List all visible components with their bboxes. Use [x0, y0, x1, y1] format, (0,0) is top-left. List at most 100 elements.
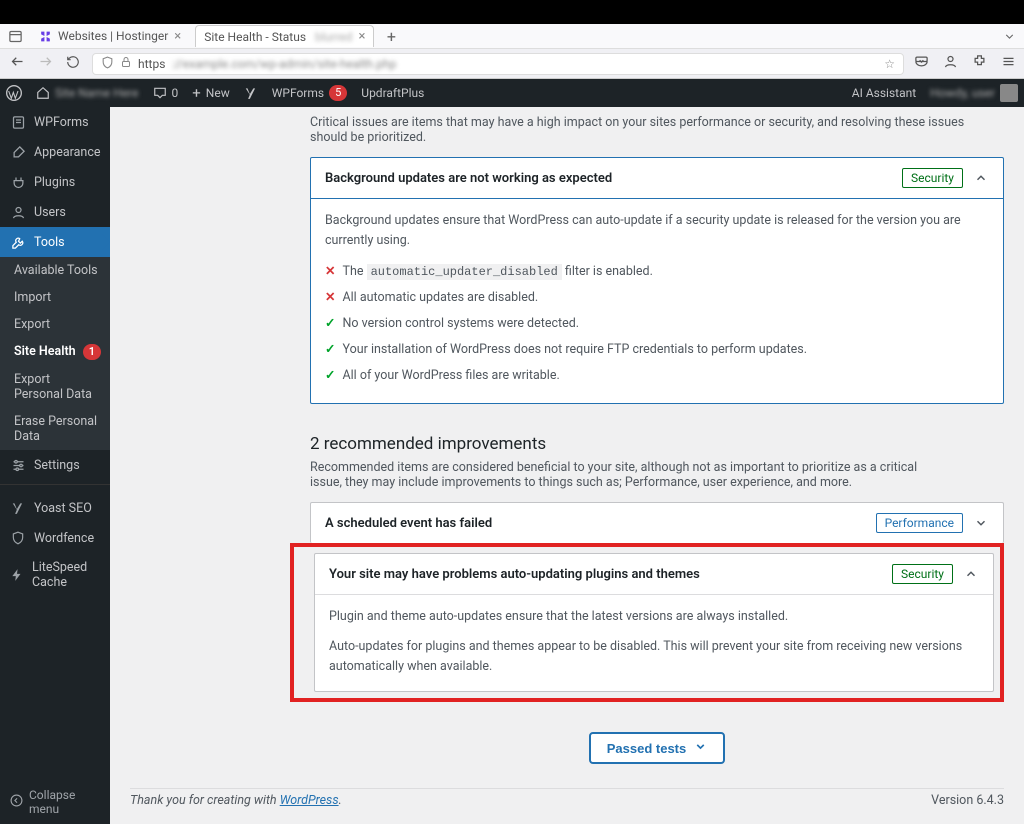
check-text: All automatic updates are disabled. — [342, 288, 538, 308]
admin-footer: Thank you for creating with WordPress. V… — [130, 788, 1004, 808]
check-item-pass: ✓Your installation of WordPress does not… — [325, 337, 989, 363]
wp-admin-sidebar: WPForms Appearance Plugins Users Tools A… — [0, 107, 110, 824]
submenu-import[interactable]: Import — [0, 284, 110, 311]
updraft-adminbar[interactable]: UpdraftPlus — [361, 86, 424, 100]
button-label: Passed tests — [607, 741, 687, 756]
sidebar-label: Settings — [34, 458, 80, 473]
wpforms-badge: 5 — [329, 85, 347, 101]
check-icon: ✓ — [325, 314, 335, 334]
issue-description: Background updates ensure that WordPress… — [325, 211, 989, 251]
submenu-site-health[interactable]: Site Health 1 — [0, 338, 110, 366]
submenu-export[interactable]: Export — [0, 311, 110, 338]
main-content: Critical issues are items that may have … — [110, 107, 1024, 824]
updraft-label: UpdraftPlus — [361, 86, 424, 100]
check-item-fail: ✕ All automatic updates are disabled. — [325, 285, 989, 311]
sidebar-label: Appearance — [34, 145, 101, 160]
wp-version: Version 6.4.3 — [931, 793, 1004, 808]
security-badge: Security — [892, 564, 953, 584]
recommended-panel-scheduled-event: A scheduled event has failed Performance — [310, 502, 1004, 543]
tools-submenu: Available Tools Import Export Site Healt… — [0, 257, 110, 450]
sidebar-item-settings[interactable]: Settings — [0, 450, 110, 480]
annotation-red-box: Your site may have problems auto-updatin… — [290, 543, 1004, 702]
wordpress-link[interactable]: WordPress — [280, 793, 339, 808]
site-home-link[interactable]: Site Name Here — [36, 86, 139, 100]
wpforms-adminbar[interactable]: WPForms 5 — [272, 85, 348, 101]
check-icon: ✓ — [325, 340, 335, 360]
browser-tab-sitehealth[interactable]: Site Health - Status blurred × — [195, 25, 374, 47]
sidebar-item-tools[interactable]: Tools — [0, 227, 110, 257]
critical-description: Critical issues are items that may have … — [310, 115, 1004, 145]
wpforms-icon — [10, 114, 26, 130]
passed-tests-button[interactable]: Passed tests — [589, 732, 726, 764]
pocket-icon[interactable] — [914, 54, 929, 73]
bolt-icon — [10, 567, 24, 583]
sidebar-item-yoast[interactable]: Yoast SEO — [0, 493, 110, 523]
wpforms-label: WPForms — [272, 86, 324, 100]
sidebar-item-plugins[interactable]: Plugins — [0, 167, 110, 197]
sidebar-label: Tools — [34, 235, 65, 250]
check-text: No version control systems were detected… — [342, 314, 579, 334]
x-icon: ✕ — [325, 288, 335, 308]
back-button[interactable] — [8, 54, 26, 73]
chevron-up-icon — [973, 170, 989, 186]
panel-header-auto-updating[interactable]: Your site may have problems auto-updatin… — [315, 554, 993, 595]
url-bar[interactable]: https ://example.com/wp-admin/site-healt… — [92, 53, 904, 75]
howdy-user[interactable]: Howdy, user — [930, 84, 1018, 102]
submenu-available-tools[interactable]: Available Tools — [0, 257, 110, 284]
panel-title: Your site may have problems auto-updatin… — [329, 567, 700, 582]
submenu-label: Site Health — [14, 344, 76, 359]
submenu-export-personal-data[interactable]: Export Personal Data — [0, 366, 110, 408]
check-item-pass: ✓ No version control systems were detecte… — [325, 311, 989, 337]
sidebar-item-litespeed[interactable]: LiteSpeed Cache — [0, 553, 110, 597]
tabs-dropdown-icon[interactable] — [1000, 27, 1018, 45]
sidebar-label: WPForms — [34, 115, 89, 130]
yoast-adminbar-icon[interactable] — [244, 86, 258, 100]
recommended-panel-auto-updating: Your site may have problems auto-updatin… — [314, 553, 994, 692]
reload-button[interactable] — [64, 55, 82, 73]
new-content-link[interactable]: + New — [192, 84, 229, 102]
comments-count: 0 — [172, 86, 179, 100]
site-title: Site Name Here — [55, 86, 139, 100]
panel-body: Plugin and theme auto-updates ensure tha… — [315, 595, 993, 691]
browser-tab-label: Site Health - Status — [204, 30, 306, 44]
plug-icon — [10, 174, 26, 190]
sidebar-label: Plugins — [34, 175, 75, 190]
menu-icon[interactable] — [1001, 54, 1016, 73]
panel-header-scheduled-event[interactable]: A scheduled event has failed Performance — [311, 503, 1003, 543]
panel-title: Background updates are not working as ex… — [325, 171, 612, 186]
close-icon[interactable]: × — [358, 29, 365, 44]
yoast-icon — [10, 500, 26, 516]
critical-issue-panel: Background updates are not working as ex… — [310, 157, 1004, 404]
sidebar-label: Users — [34, 205, 66, 220]
wp-logo-icon[interactable] — [6, 85, 22, 101]
brush-icon — [10, 144, 26, 160]
submenu-erase-personal-data[interactable]: Erase Personal Data — [0, 408, 110, 450]
account-icon[interactable] — [943, 54, 958, 73]
wp-admin-bar: Site Name Here 0 + New WPForms 5 Updraft… — [0, 79, 1024, 107]
new-label: New — [206, 86, 230, 100]
bookmark-star-icon[interactable]: ☆ — [884, 57, 895, 71]
performance-badge: Performance — [876, 513, 963, 533]
ai-assistant-link[interactable]: AI Assistant — [852, 86, 916, 100]
close-icon[interactable]: × — [174, 29, 181, 44]
security-badge: Security — [902, 168, 963, 188]
extensions-icon[interactable] — [972, 54, 987, 73]
tab-title-suffix: blurred — [312, 30, 352, 44]
browser-tab-strip: Websites | Hostinger × Site Health - Sta… — [0, 24, 1024, 49]
issue-description: Plugin and theme auto-updates ensure tha… — [329, 607, 979, 627]
sidebar-item-wordfence[interactable]: Wordfence — [0, 523, 110, 553]
panel-header-background-updates[interactable]: Background updates are not working as ex… — [311, 158, 1003, 199]
recommended-heading: 2 recommended improvements — [310, 434, 1004, 454]
comments-link[interactable]: 0 — [153, 86, 179, 100]
collapse-menu-button[interactable]: Collapse menu — [0, 780, 110, 824]
url-protocol: https — [138, 57, 165, 71]
collapse-label: Collapse menu — [29, 788, 100, 816]
check-icon: ✓ — [325, 366, 335, 386]
sidebar-item-wpforms[interactable]: WPForms — [0, 107, 110, 137]
new-tab-button[interactable]: + — [382, 27, 400, 45]
sidebar-item-users[interactable]: Users — [0, 197, 110, 227]
sidebar-toggle-icon[interactable] — [6, 27, 24, 45]
sidebar-item-appearance[interactable]: Appearance — [0, 137, 110, 167]
browser-tab-hostinger[interactable]: Websites | Hostinger × — [30, 26, 189, 47]
wrench-icon — [10, 234, 26, 250]
